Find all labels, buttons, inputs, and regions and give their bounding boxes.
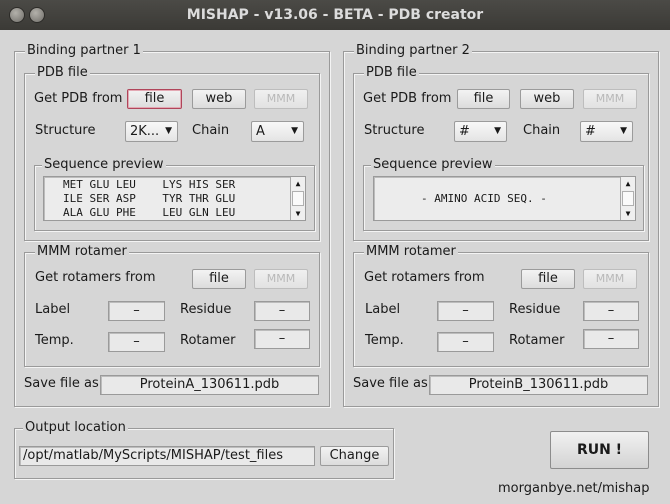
arrow-up-icon[interactable]: ▲ (621, 177, 635, 190)
temp-label-2: Temp. (365, 333, 404, 348)
sequence-placeholder: - AMINO ACID SEQ. - (421, 192, 547, 205)
sequence-scrollbar-2[interactable]: ▲ ▼ (620, 177, 635, 220)
chevron-down-icon: ▼ (165, 126, 172, 136)
chain-value-1: A (256, 124, 265, 139)
arrow-down-icon[interactable]: ▼ (621, 207, 635, 220)
pdb-mmm-button-1[interactable]: MMM (254, 89, 308, 109)
save-file-label-2: Save file as: (353, 376, 433, 391)
sequence-preview-1: MET GLU LEU LYS HIS SER ILE SER ASP TYR … (43, 176, 306, 221)
sequence-preview-2: - AMINO ACID SEQ. - ▲ ▼ (373, 176, 636, 221)
chain-label-1: Chain (192, 123, 230, 138)
save-file-input-1[interactable]: ProteinA_130611.pdb (100, 375, 319, 395)
title-bar: MISHAP - v13.06 - BETA - PDB creator (0, 0, 670, 30)
binding-partner-2-title: Binding partner 2 (354, 43, 472, 59)
change-button[interactable]: Change (320, 446, 389, 466)
pdb-file-title-1: PDB file (35, 65, 90, 81)
get-rotamers-label-2: Get rotamers from (364, 270, 485, 285)
temp-value-2: – (437, 332, 494, 352)
structure-label-1: Structure (35, 123, 96, 138)
label-label-1: Label (35, 302, 71, 317)
rotamer-file-button-2[interactable]: file (521, 269, 575, 289)
sequence-line: ALA GLU PHE LEU GLN LEU (63, 206, 236, 219)
scroll-thumb[interactable] (292, 191, 304, 206)
label-value-2: – (437, 301, 494, 321)
sequence-preview-title-2: Sequence preview (371, 157, 495, 173)
label-label-2: Label (365, 302, 401, 317)
structure-select-1[interactable]: 2K... ▼ (125, 121, 178, 142)
save-file-label-1: Save file as: (24, 376, 104, 391)
window-title: MISHAP - v13.06 - BETA - PDB creator (186, 7, 484, 23)
structure-value-2: # (459, 124, 470, 139)
credit-link: morganbye.net/mishap (498, 481, 650, 496)
sequence-line: ILE SER ASP TYR THR GLU (63, 192, 236, 205)
output-path-input[interactable]: /opt/matlab/MyScripts/MISHAP/test_files (19, 446, 315, 466)
get-pdb-label-1: Get PDB from (34, 91, 123, 106)
chain-value-2: # (585, 124, 596, 139)
temp-value-1: – (108, 332, 165, 352)
pdb-web-button-2[interactable]: web (520, 89, 574, 109)
chain-select-2[interactable]: # ▼ (580, 121, 633, 142)
close-icon[interactable] (9, 7, 25, 23)
rotamer-label-1: Rotamer (180, 333, 236, 348)
temp-label-1: Temp. (35, 333, 74, 348)
chevron-down-icon: ▼ (620, 126, 627, 136)
output-location-title: Output location (23, 420, 128, 436)
rotamer-title-2: MMM rotamer (364, 244, 458, 260)
pdb-web-button-1[interactable]: web (192, 89, 246, 109)
chevron-down-icon: ▼ (494, 126, 501, 136)
sequence-scrollbar-1[interactable]: ▲ ▼ (290, 177, 305, 220)
residue-value-2: – (583, 301, 639, 321)
structure-value-1: 2K... (130, 124, 160, 139)
rotamer-value-2: – (583, 329, 639, 349)
residue-label-1: Residue (180, 302, 232, 317)
chevron-down-icon: ▼ (291, 126, 298, 136)
chain-label-2: Chain (523, 123, 561, 138)
residue-value-1: – (254, 301, 310, 321)
arrow-up-icon[interactable]: ▲ (291, 177, 305, 190)
pdb-file-title-2: PDB file (364, 65, 419, 81)
get-pdb-label-2: Get PDB from (363, 91, 452, 106)
sequence-preview-title-1: Sequence preview (42, 157, 166, 173)
binding-partner-1-title: Binding partner 1 (25, 43, 143, 59)
rotamer-mmm-button-1[interactable]: MMM (254, 269, 308, 289)
structure-select-2[interactable]: # ▼ (454, 121, 507, 142)
rotamer-label-2: Rotamer (509, 333, 565, 348)
arrow-down-icon[interactable]: ▼ (291, 207, 305, 220)
rotamer-file-button-1[interactable]: file (192, 269, 246, 289)
chain-select-1[interactable]: A ▼ (251, 121, 304, 142)
save-file-input-2[interactable]: ProteinB_130611.pdb (429, 375, 648, 395)
label-value-1: – (108, 301, 165, 321)
residue-label-2: Residue (509, 302, 561, 317)
pdb-file-button-1[interactable]: file (127, 89, 182, 109)
get-rotamers-label-1: Get rotamers from (35, 270, 156, 285)
minimize-icon[interactable] (29, 7, 45, 23)
run-button[interactable]: RUN ! (550, 431, 649, 469)
pdb-file-button-2[interactable]: file (457, 89, 510, 109)
sequence-line: MET GLU LEU LYS HIS SER (63, 178, 236, 191)
structure-label-2: Structure (364, 123, 425, 138)
rotamer-title-1: MMM rotamer (35, 244, 129, 260)
rotamer-mmm-button-2[interactable]: MMM (583, 269, 637, 289)
rotamer-value-1: – (254, 329, 310, 349)
pdb-mmm-button-2[interactable]: MMM (583, 89, 637, 109)
scroll-thumb[interactable] (622, 191, 634, 206)
